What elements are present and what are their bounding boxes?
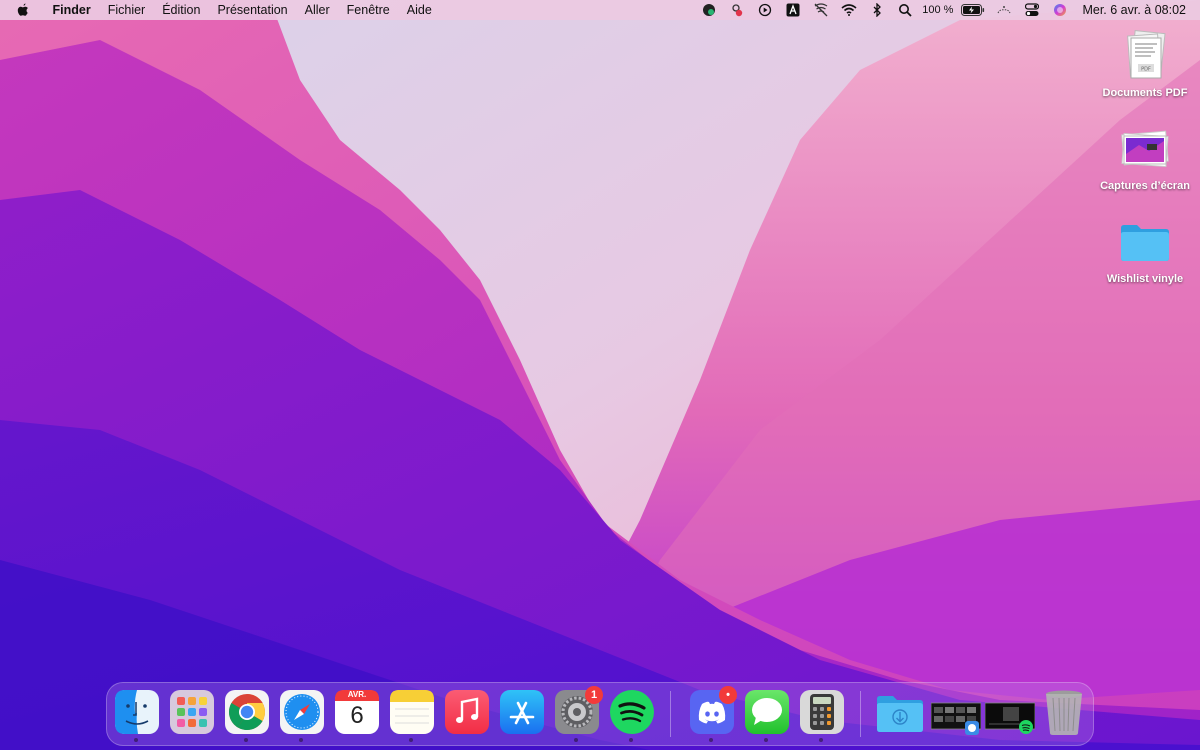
dock-finder[interactable] [114, 689, 160, 735]
running-indicator [709, 738, 713, 742]
spotify-stack-icon [985, 702, 1035, 734]
dock-downloads[interactable] [875, 689, 923, 735]
desktop-item-wishlist-vinyle[interactable]: Wishlist vinyle [1090, 214, 1200, 285]
running-indicator [764, 738, 768, 742]
dock-spotify[interactable] [609, 689, 655, 735]
mute-icon[interactable] [812, 0, 830, 20]
font-icon[interactable] [784, 0, 802, 20]
dock-trash[interactable] [1043, 689, 1089, 735]
launchpad-icon [170, 690, 214, 734]
menu-fenetre[interactable]: Fenêtre [338, 0, 398, 20]
desktop-item-label: Documents PDF [1102, 87, 1188, 99]
calendar-day: 6 [350, 702, 364, 729]
running-indicator [409, 738, 413, 742]
wifi-icon[interactable] [840, 0, 858, 20]
menubar-clock[interactable]: Mer. 6 avr. à 08:02 [1082, 3, 1186, 17]
notes-icon [390, 690, 434, 734]
menu-aller[interactable]: Aller [296, 0, 338, 20]
notification-badge: 1 [585, 686, 603, 704]
chrome-icon [225, 690, 269, 734]
desktop-item-label: Wishlist vinyle [1106, 273, 1184, 285]
dock-calculator[interactable] [799, 689, 845, 735]
menu-bar: Finder Fichier Édition Présentation Alle… [0, 0, 1200, 20]
weather-icon[interactable] [995, 0, 1013, 20]
dock: AVR. 6 1 • [106, 682, 1094, 746]
play-icon[interactable] [756, 0, 774, 20]
pdf-stack-icon: PDF [1117, 28, 1173, 84]
running-indicator [819, 738, 823, 742]
desktop-wallpaper [0, 0, 1200, 750]
music-icon [445, 690, 489, 734]
dock-chrome[interactable] [224, 689, 270, 735]
calculator-icon [800, 690, 844, 734]
desktop-item-captures-ecran[interactable]: Captures d’écran [1090, 121, 1200, 192]
folder-icon [1117, 214, 1173, 270]
screenshots-stack-icon [931, 702, 981, 735]
dock-safari[interactable] [279, 689, 325, 735]
dock-calendar[interactable]: AVR. 6 [334, 689, 380, 735]
desktop-item-label: Captures d’écran [1100, 180, 1190, 192]
control-center-icon[interactable] [1023, 0, 1041, 20]
running-indicator [244, 738, 248, 742]
battery-percent: 100 % [922, 4, 954, 16]
dock-launchpad[interactable] [169, 689, 215, 735]
battery-icon[interactable] [961, 0, 985, 20]
screenshots-stack-icon [1117, 121, 1173, 177]
menu-presentation[interactable]: Présentation [209, 0, 296, 20]
running-indicator [574, 738, 578, 742]
dock-divider [860, 691, 861, 737]
trash-icon [1046, 690, 1082, 735]
dock-messages[interactable] [744, 689, 790, 735]
messages-icon [745, 690, 789, 734]
menu-aide[interactable]: Aide [398, 0, 440, 20]
apple-menu-icon[interactable] [16, 2, 30, 18]
dock-stack-spotify[interactable] [985, 689, 1035, 735]
spotlight-search-icon[interactable] [896, 0, 914, 20]
menu-edition[interactable]: Édition [154, 0, 209, 20]
menu-fichier[interactable]: Fichier [99, 0, 154, 20]
app-store-icon [500, 690, 544, 734]
dock-app-store[interactable] [499, 689, 545, 735]
notification-badge: • [719, 686, 737, 704]
running-indicator [299, 738, 303, 742]
downloads-folder-icon [877, 696, 923, 732]
desktop-item-documents-pdf[interactable]: PDF Documents PDF [1090, 28, 1200, 99]
dock-divider [670, 691, 671, 737]
spotify-icon [610, 690, 654, 734]
calendar-month: AVR. [347, 690, 367, 699]
dock-notes[interactable] [389, 689, 435, 735]
dock-music[interactable] [444, 689, 490, 735]
svg-text:PDF: PDF [1141, 67, 1151, 73]
grammarly-icon[interactable] [700, 0, 718, 20]
screen-recorder-icon[interactable] [728, 0, 746, 20]
bluetooth-icon[interactable] [868, 0, 886, 20]
dock-stack-captures[interactable] [931, 689, 981, 735]
siri-icon[interactable] [1051, 0, 1069, 20]
safari-icon [280, 690, 324, 734]
app-menu-finder[interactable]: Finder [44, 0, 99, 20]
finder-icon [115, 690, 159, 734]
running-indicator [134, 738, 138, 742]
running-indicator [629, 738, 633, 742]
status-area: 100 % Mer. 6 avr. à 08:02 [695, 0, 1200, 20]
